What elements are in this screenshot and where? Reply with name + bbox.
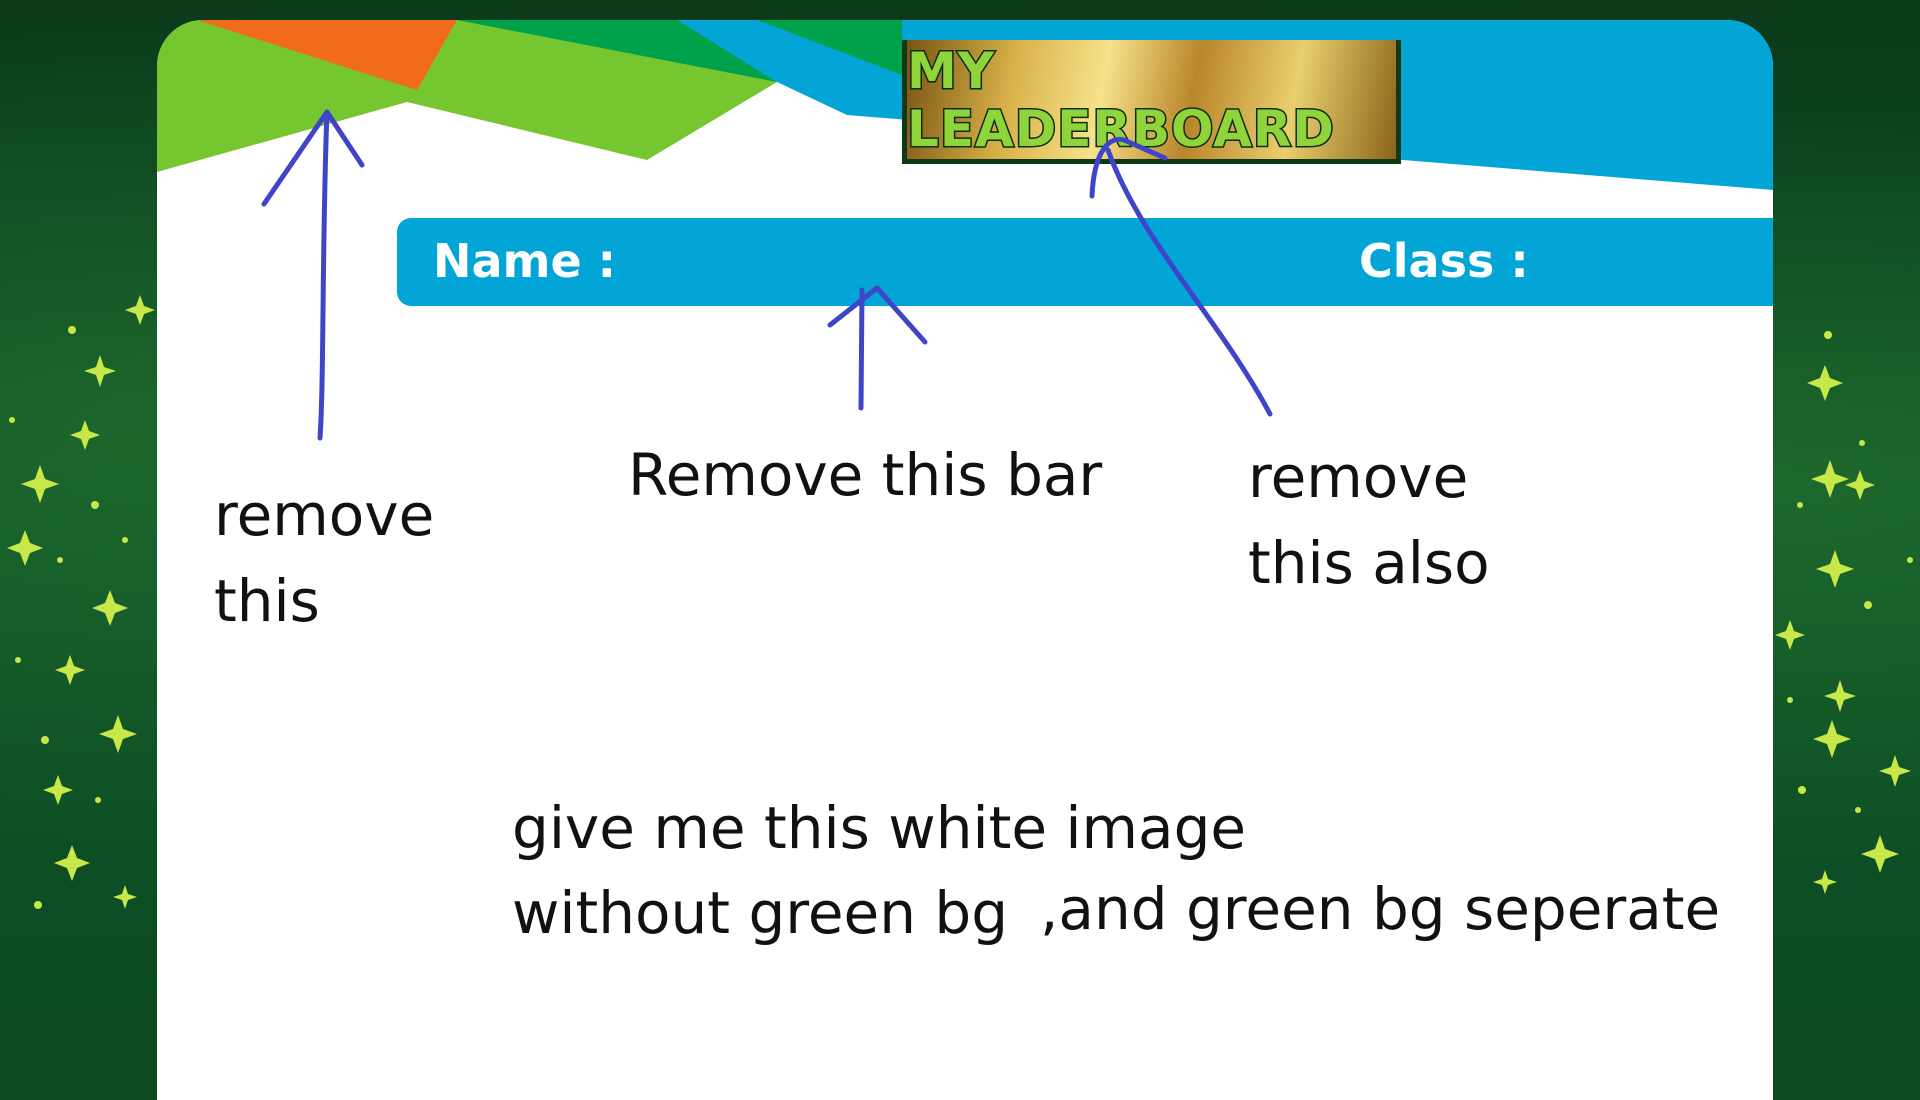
arrow-icon bbox=[1089, 136, 1273, 417]
annotation-request-line2a: without green bg bbox=[512, 879, 1009, 947]
arrow-icon bbox=[827, 285, 928, 411]
annotation-request-line1: give me this white image bbox=[512, 794, 1247, 862]
annotation-remove-also: remove bbox=[1248, 443, 1469, 511]
annotation-remove-this: remove bbox=[214, 481, 435, 549]
annotation-request-line2b: ,and green bg seperate bbox=[1040, 875, 1721, 943]
annotation-remove-bar: Remove this bar bbox=[628, 441, 1103, 509]
annotation-remove-this-line2: this bbox=[214, 567, 320, 635]
annotation-remove-also-line2: this also bbox=[1248, 529, 1490, 597]
arrow-icon bbox=[261, 109, 365, 441]
